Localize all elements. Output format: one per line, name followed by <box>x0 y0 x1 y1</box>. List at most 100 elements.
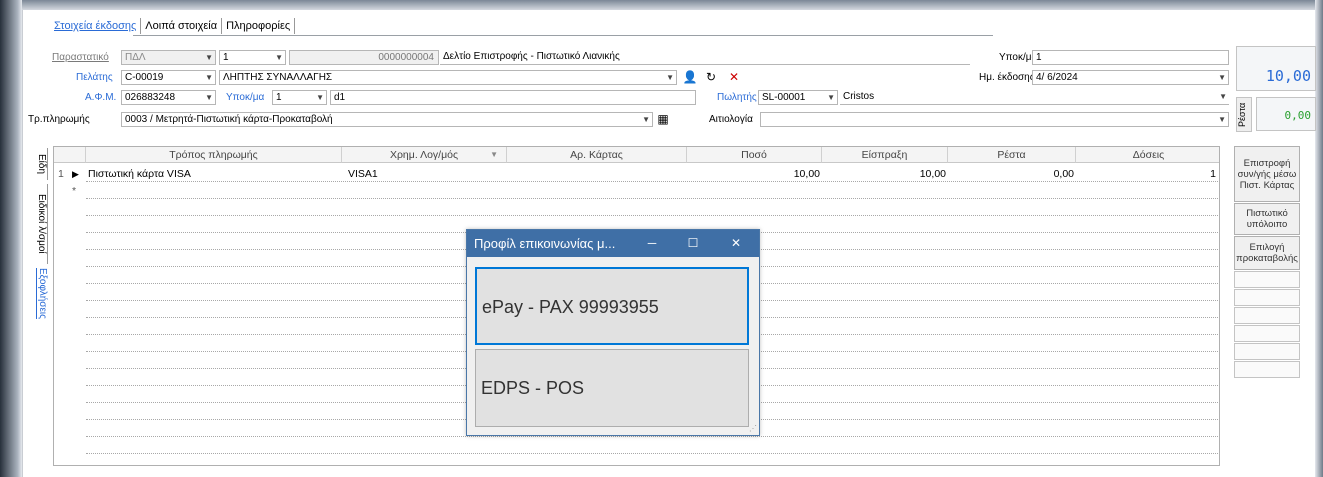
col-header-card[interactable]: Αρ. Κάρτας <box>507 147 687 163</box>
window-frame: Στοιχεία έκδοσης Λοιπά στοιχεία Πληροφορ… <box>0 0 1323 477</box>
right-shadow <box>1315 0 1323 477</box>
vtab-items[interactable]: Είδη <box>32 148 48 180</box>
seller-code-select[interactable]: SL-00001 ▼ <box>758 90 838 105</box>
parastatiko-select: ΠΔΛ ▼ <box>121 50 216 65</box>
total-display: 10,00 <box>1236 46 1316 91</box>
side-empty-slot <box>1234 289 1300 306</box>
cell-installments[interactable]: 1 <box>1076 168 1216 180</box>
close-icon[interactable]: ✕ <box>721 230 751 257</box>
afm-value: 026883248 <box>125 92 176 103</box>
col-header-amount[interactable]: Ποσό <box>687 147 822 163</box>
series-value: 1 <box>223 52 229 63</box>
customer-label[interactable]: Πελάτης <box>76 72 113 83</box>
chevron-down-icon: ▼ <box>205 53 213 62</box>
credit-balance-button[interactable]: Πιστωτικό υπόλοιπο <box>1234 203 1300 235</box>
sort-icon: ▼ <box>490 150 498 159</box>
customer-code: C-00019 <box>125 72 164 83</box>
tab-underline <box>133 35 993 36</box>
grid-line <box>86 198 1219 199</box>
seller-label[interactable]: Πωλητής <box>717 92 757 103</box>
grid-line <box>86 181 1219 182</box>
dialog-title: Προφίλ επικοινωνίας μ... <box>467 230 759 257</box>
cell-amount[interactable]: 10,00 <box>687 168 820 180</box>
left-shadow <box>0 0 22 477</box>
parastatiko-label[interactable]: Παραστατικό <box>52 52 109 63</box>
payment-select[interactable]: 0003 / Μετρητά-Πιστωτική κάρτα-Προκαταβο… <box>121 112 653 127</box>
chevron-down-icon: ▼ <box>1218 73 1226 82</box>
resta-display: 0,00 <box>1256 97 1316 131</box>
select-prepayment-button[interactable]: Επιλογή προκαταβολής <box>1234 236 1300 270</box>
issue-date-label: Ημ. έκδοσης <box>979 72 1035 83</box>
resta-button[interactable]: Ρέστα <box>1236 97 1252 132</box>
doc-number-field: 0000000004 <box>289 50 439 65</box>
grid-line <box>86 436 1219 437</box>
customer-name: ΛΗΠΤΗΣ ΣΥΝΑΛΛΑΓΗΣ <box>223 72 333 83</box>
epay-pax-button[interactable]: ePay - PAX 99993955 <box>475 267 749 345</box>
sub-branch-value: 1 <box>276 92 282 103</box>
maximize-icon[interactable]: ☐ <box>678 230 708 257</box>
comm-profile-dialog: Προφίλ επικοινωνίας μ... ─ ☐ ✕ ePay - PA… <box>466 229 760 436</box>
sub-branch-name[interactable]: d1 <box>330 90 696 105</box>
afm-label[interactable]: Α.Φ.Μ. <box>85 92 116 103</box>
col-header-received[interactable]: Είσπραξη <box>822 147 948 163</box>
parastatiko-value: ΠΔΛ <box>125 52 146 63</box>
tab-other-details[interactable]: Λοιπά στοιχεία <box>141 18 223 34</box>
side-empty-slot <box>1234 325 1300 342</box>
chevron-down-icon: ▼ <box>827 93 835 102</box>
chevron-down-icon: ▼ <box>1218 115 1226 124</box>
tab-info[interactable]: Πληροφορίες <box>222 18 296 34</box>
cell-change[interactable]: 0,00 <box>948 168 1074 180</box>
vtab-special-accounts[interactable]: Ειδικοί λ/σμοί <box>32 184 48 264</box>
vtab-settlements[interactable]: Εξοφλήσεις <box>32 267 48 319</box>
row-number: 1 <box>58 168 64 180</box>
issue-date-field[interactable]: 4/ 6/2024 ▼ <box>1032 70 1229 85</box>
chevron-down-icon: ▼ <box>1219 92 1227 101</box>
payment-label: Τρ.πληρωμής <box>28 114 90 125</box>
afm-select[interactable]: 026883248 ▼ <box>121 90 216 105</box>
grid-line <box>86 453 1219 454</box>
new-row-marker: * <box>72 185 77 197</box>
side-empty-slot <box>1234 343 1300 360</box>
grid-line <box>86 215 1219 216</box>
col-header-installments[interactable]: Δόσεις <box>1076 147 1219 163</box>
sub-branch-label[interactable]: Υποκ/μα <box>226 92 264 103</box>
seller-name: Cristos <box>843 91 875 102</box>
branch-field[interactable]: 1 <box>1032 50 1229 65</box>
payment-value: 0003 / Μετρητά-Πιστωτική κάρτα-Προκαταβο… <box>125 114 333 125</box>
remove-customer-icon[interactable]: ✕ <box>726 69 742 85</box>
edps-pos-button[interactable]: EDPS - POS <box>475 349 749 427</box>
current-row-icon: ▶ <box>72 169 79 179</box>
minimize-icon[interactable]: ─ <box>637 230 667 257</box>
chevron-down-icon: ▼ <box>275 53 283 62</box>
col-header-method[interactable]: Τρόπος πληρωμής <box>86 147 342 163</box>
chevron-down-icon: ▼ <box>316 93 324 102</box>
tab-issue-details[interactable]: Στοιχεία έκδοσης <box>50 18 142 34</box>
customer-name-select[interactable]: ΛΗΠΤΗΣ ΣΥΝΑΛΛΑΓΗΣ ▼ <box>219 70 677 85</box>
side-empty-slot <box>1234 271 1300 288</box>
issue-date-value: 4/ 6/2024 <box>1036 72 1078 83</box>
form-tabs: Στοιχεία έκδοσης Λοιπά στοιχεία Πληροφορ… <box>50 18 296 34</box>
series-select[interactable]: 1 ▼ <box>219 50 286 65</box>
chevron-down-icon: ▼ <box>205 73 213 82</box>
resize-grip-icon[interactable]: ⋰ <box>749 424 757 433</box>
col-header-account-label: Χρημ. Λογ/μός <box>389 149 459 161</box>
cell-account[interactable]: VISA1 <box>348 168 378 180</box>
add-customer-icon[interactable]: 👤 <box>682 69 698 85</box>
customer-code-select[interactable]: C-00019 ▼ <box>121 70 216 85</box>
chevron-down-icon: ▼ <box>642 115 650 124</box>
chevron-down-icon: ▼ <box>205 93 213 102</box>
seller-name-select[interactable]: Cristos ▼ <box>840 90 1229 105</box>
cell-received[interactable]: 10,00 <box>822 168 946 180</box>
reason-select[interactable]: ▼ <box>760 112 1229 127</box>
calculator-icon[interactable]: ▦ <box>655 111 671 127</box>
sub-branch-select[interactable]: 1 ▼ <box>272 90 327 105</box>
cell-method[interactable]: Πιστωτική κάρτα VISA <box>88 168 191 180</box>
col-header-change[interactable]: Ρέστα <box>948 147 1076 163</box>
side-empty-slot <box>1234 361 1300 378</box>
card-refund-button[interactable]: Επιστροφή συν/γής μέσω Πιστ. Κάρτας <box>1234 146 1300 202</box>
col-header-account[interactable]: Χρημ. Λογ/μός ▼ <box>342 147 507 163</box>
grid-corner <box>54 147 86 163</box>
refresh-icon[interactable]: ↻ <box>703 69 719 85</box>
side-empty-slot <box>1234 307 1300 324</box>
reason-label: Αιτιολογία <box>709 114 753 125</box>
